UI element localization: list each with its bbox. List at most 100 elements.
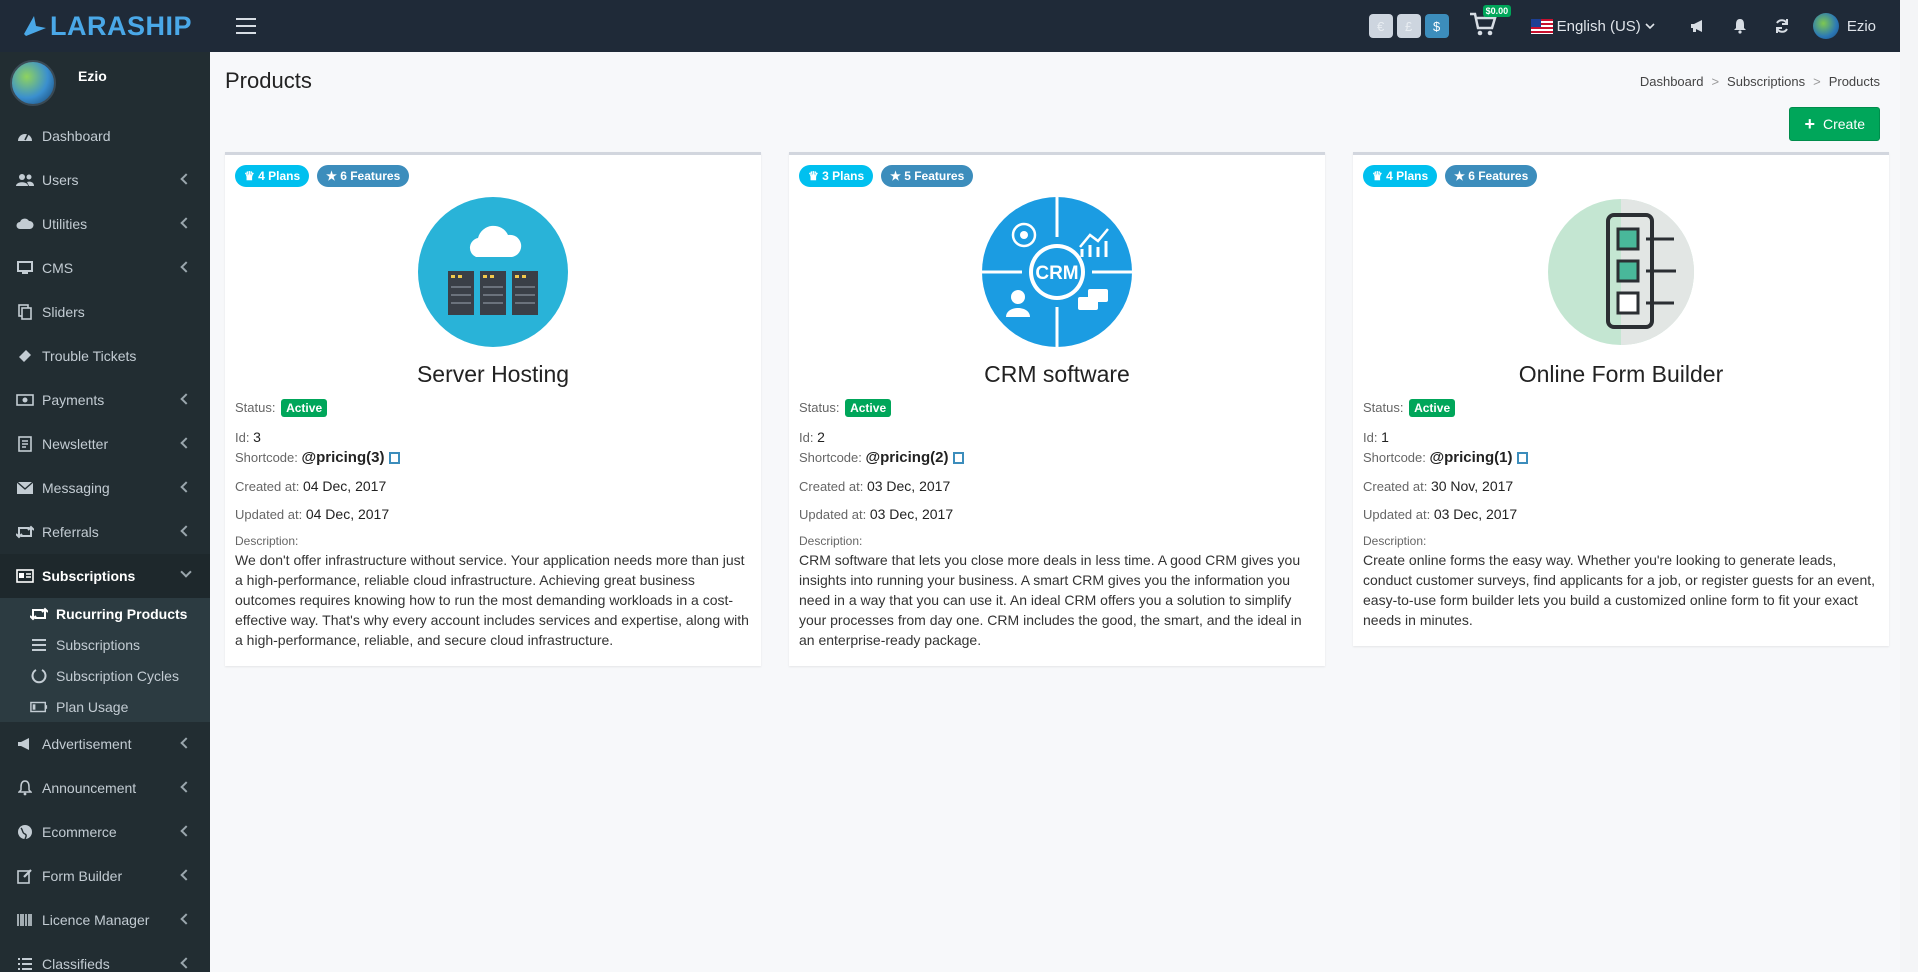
sidebar-subitem-label: Plan Usage	[56, 698, 129, 715]
sidebar-item-utilities[interactable]: Utilities	[0, 202, 210, 246]
sidebar-item-ecommerce[interactable]: Ecommerce	[0, 810, 210, 854]
globe-icon	[16, 823, 34, 841]
features-badge[interactable]: ★ 5 Features	[881, 165, 974, 187]
sidebar-subitem-plan-usage[interactable]: Plan Usage	[0, 691, 210, 722]
language-label: English (US)	[1556, 17, 1641, 35]
sidebar-item-classifieds[interactable]: Classifieds	[0, 942, 210, 972]
chevron-down-icon	[180, 566, 192, 578]
updated-label: Updated at:	[235, 507, 303, 522]
chevron-left-icon	[180, 913, 192, 925]
features-badge-label: 5 Features	[904, 169, 965, 183]
created-label: Created at:	[235, 479, 300, 494]
sidebar-item-newsletter[interactable]: Newsletter	[0, 422, 210, 466]
chevron-left-icon	[180, 869, 192, 881]
currency-pound-button[interactable]: £	[1396, 14, 1421, 38]
language-dropdown[interactable]: English (US)	[1530, 17, 1655, 35]
features-badge[interactable]: ★ 6 Features	[317, 165, 410, 187]
sidebar-item-referrals[interactable]: Referrals	[0, 510, 210, 554]
sidebar-item-label: Users	[42, 172, 79, 188]
sidebar-item-trouble-tickets[interactable]: Trouble Tickets	[0, 334, 210, 378]
us-flag-icon	[1530, 18, 1553, 34]
crm-software-image: CRM	[982, 197, 1132, 347]
sidebar-subitem-label: Rucurring Products	[56, 605, 188, 622]
sidebar-item-dashboard[interactable]: Dashboard	[0, 114, 210, 158]
sidebar-item-advertisement[interactable]: Advertisement	[0, 722, 210, 766]
ship-logo-icon	[24, 16, 46, 36]
copy-icon[interactable]	[389, 452, 401, 464]
sidebar-item-sliders[interactable]: Sliders	[0, 290, 210, 334]
refresh-button[interactable]	[1771, 15, 1793, 37]
sidebar-item-messaging[interactable]: Messaging	[0, 466, 210, 510]
sidebar-item-users[interactable]: Users	[0, 158, 210, 202]
created-row: Created at: 30 Nov, 2017	[1363, 478, 1879, 494]
bullhorn-icon	[16, 735, 34, 753]
id-label: Id:	[799, 430, 814, 445]
sidebar-item-subscriptions[interactable]: Subscriptions	[0, 554, 210, 598]
battery-icon	[30, 699, 48, 715]
sidebar-item-announcement[interactable]: Announcement	[0, 766, 210, 810]
created-label: Created at:	[799, 479, 864, 494]
sidebar-item-label: CMS	[42, 260, 74, 276]
plans-badge[interactable]: ♛ 4 Plans	[1363, 165, 1438, 187]
user-menu[interactable]: Ezio	[1812, 13, 1876, 39]
sidebar-subitem-subscription-cycles[interactable]: Subscription Cycles	[0, 660, 210, 691]
brand-logo[interactable]: LARASHIP	[0, 0, 210, 52]
sidebar-item-cms[interactable]: CMS	[0, 246, 210, 290]
product-description: We don't offer infrastructure without se…	[235, 552, 749, 648]
status-badge: Active	[281, 399, 328, 417]
updated-row: Updated at: 04 Dec, 2017	[235, 506, 751, 522]
sidebar-user-panel: Ezio	[0, 52, 210, 114]
chevron-left-icon	[180, 525, 192, 537]
breadcrumb-dashboard[interactable]: Dashboard	[1640, 74, 1704, 89]
sidebar-item-payments[interactable]: Payments	[0, 378, 210, 422]
created-row: Created at: 04 Dec, 2017	[235, 478, 751, 494]
cart-button[interactable]: $0.00	[1469, 5, 1512, 41]
create-button-label: Create	[1822, 116, 1865, 132]
product-name[interactable]: CRM software	[799, 361, 1315, 391]
notifications-button[interactable]	[1729, 15, 1751, 37]
copy-icon[interactable]	[1517, 452, 1529, 464]
user-name: Ezio	[1846, 17, 1876, 35]
shortcode-value: @pricing(3)	[301, 449, 385, 466]
plus-icon: +	[1804, 113, 1815, 134]
updated-label: Updated at:	[799, 507, 867, 522]
shortcode-label: Shortcode:	[799, 450, 862, 465]
breadcrumb-subscriptions[interactable]: Subscriptions	[1727, 74, 1805, 89]
bell-icon	[1733, 19, 1746, 34]
updated-value: 03 Dec, 2017	[869, 506, 954, 522]
currency-euro-button[interactable]: €	[1368, 14, 1393, 38]
product-name[interactable]: Server Hosting	[235, 361, 751, 391]
copy-icon[interactable]	[953, 452, 965, 464]
currency-dollar-button[interactable]: $	[1424, 14, 1449, 38]
description-label: Description:	[799, 534, 863, 548]
chevron-left-icon	[180, 825, 192, 837]
sidebar-subitem-subscriptions[interactable]: Subscriptions	[0, 629, 210, 660]
plans-badge[interactable]: ♛ 3 Plans	[799, 165, 874, 187]
announcements-button[interactable]	[1687, 15, 1709, 37]
breadcrumb: Dashboard > Subscriptions > Products	[1640, 74, 1880, 89]
shortcode-label: Shortcode:	[1363, 450, 1426, 465]
sidebar-item-label: Payments	[42, 392, 105, 408]
product-name[interactable]: Online Form Builder	[1363, 361, 1879, 391]
status-row: Status: Active	[235, 399, 751, 417]
plans-badge[interactable]: ♛ 4 Plans	[235, 165, 310, 187]
description-label: Description:	[235, 534, 299, 548]
chevron-left-icon	[180, 781, 192, 793]
features-badge[interactable]: ★ 6 Features	[1445, 165, 1538, 187]
chevron-left-icon	[180, 481, 192, 493]
product-card: ♛ 4 Plans ★ 6 Features Online Form Build…	[1353, 152, 1889, 646]
created-label: Created at:	[1363, 479, 1428, 494]
id-label: Id:	[1363, 430, 1378, 445]
sidebar-subitem-label: Subscriptions	[56, 636, 141, 653]
sidebar-item-licence-manager[interactable]: Licence Manager	[0, 898, 210, 942]
sidebar-item-form-builder[interactable]: Form Builder	[0, 854, 210, 898]
sidebar-item-label: Licence Manager	[42, 912, 150, 928]
id-row: Id: 3	[235, 429, 751, 445]
sidebar-toggle-icon[interactable]	[236, 18, 256, 34]
create-button[interactable]: + Create	[1789, 107, 1880, 141]
shortcode-row: Shortcode: @pricing(2)	[799, 449, 1315, 466]
sidebar-subitem-recurring-products[interactable]: Rucurring Products	[0, 598, 210, 629]
form-builder-image	[1546, 197, 1696, 347]
sidebar-item-label: Form Builder	[42, 868, 123, 884]
id-value: 2	[817, 429, 825, 445]
